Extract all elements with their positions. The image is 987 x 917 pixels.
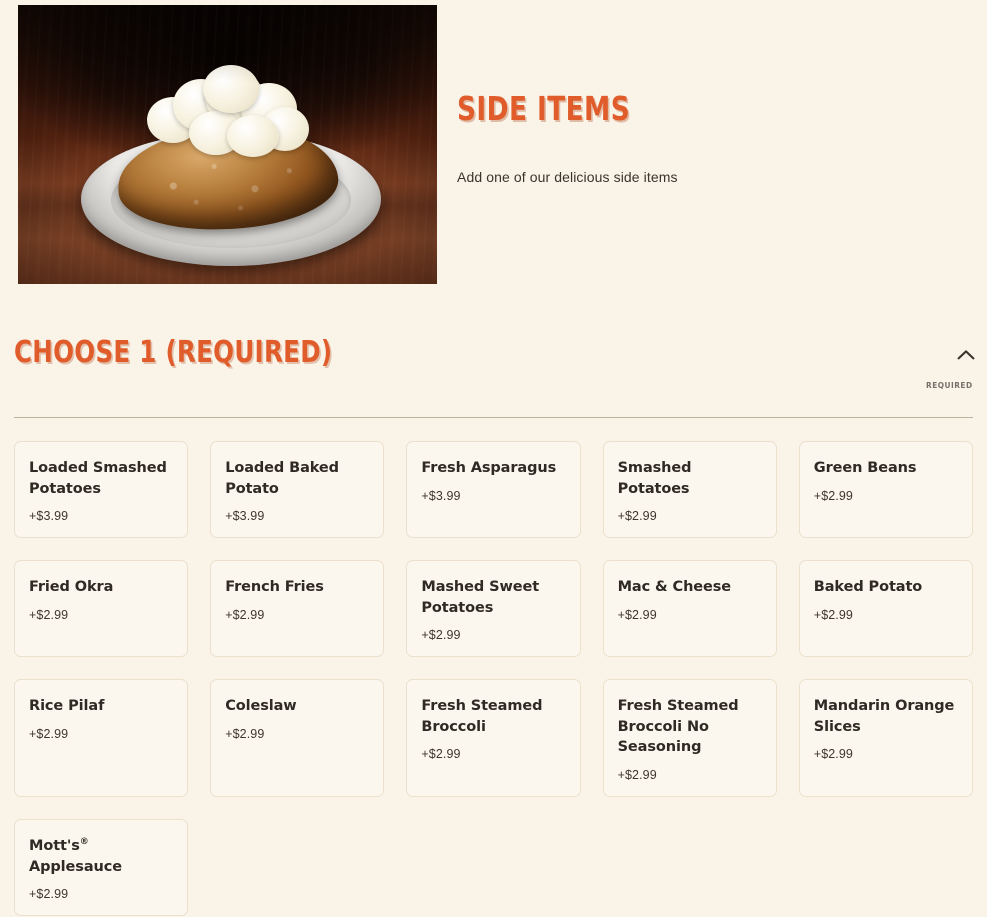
side-item-price: +$2.99 xyxy=(617,607,657,622)
side-item-name: Green Beans xyxy=(813,460,917,476)
side-items-grid: Loaded Smashed Potatoes +$3.99 Loaded Ba… xyxy=(14,441,973,917)
side-item-price: +$2.99 xyxy=(421,628,461,643)
side-item-price: +$2.99 xyxy=(617,768,657,783)
side-item-price: +$3.99 xyxy=(225,509,265,524)
image-vignette xyxy=(18,5,437,284)
side-item-card[interactable]: Rice Pilaf +$2.99 xyxy=(14,679,189,798)
side-item-price: +$2.99 xyxy=(29,887,69,902)
section-title: CHOOSE 1 (REQUIRED) xyxy=(14,335,333,370)
side-item-card[interactable]: Mott's® Applesauce +$2.99 xyxy=(14,819,189,917)
choose-section: CHOOSE 1 (REQUIRED) REQUIRED Loaded Smas… xyxy=(0,325,987,917)
side-item-name: Mandarin Orange Slices xyxy=(813,698,955,735)
side-item-price: +$2.99 xyxy=(421,747,461,762)
side-item-card[interactable]: Smashed Potatoes +$2.99 xyxy=(602,441,777,539)
hero-text-block: SIDE ITEMS Add one of our delicious side… xyxy=(457,92,957,185)
side-item-card[interactable]: Fresh Asparagus +$3.99 xyxy=(406,441,581,539)
hero-section: SIDE ITEMS Add one of our delicious side… xyxy=(0,0,987,300)
side-item-price: +$2.99 xyxy=(225,607,265,622)
side-item-price: +$2.99 xyxy=(617,509,657,524)
side-item-name: Coleslaw xyxy=(225,698,297,715)
side-items-page: SIDE ITEMS Add one of our delicious side… xyxy=(0,0,987,917)
side-item-name: Fried Okra xyxy=(29,579,114,596)
side-item-card[interactable]: Loaded Smashed Potatoes +$3.99 xyxy=(14,441,189,539)
side-item-card[interactable]: Loaded Baked Potato +$3.99 xyxy=(210,441,385,539)
brand-name: Mott's xyxy=(29,838,80,855)
side-item-card[interactable]: French Fries +$2.99 xyxy=(210,560,385,658)
hero-subtitle: Add one of our delicious side items xyxy=(457,169,678,185)
hero-food-image xyxy=(18,5,437,284)
side-item-price: +$2.99 xyxy=(813,488,853,503)
product-name: Applesauce xyxy=(29,858,122,875)
side-item-card[interactable]: Fresh Steamed Broccoli +$2.99 xyxy=(406,679,581,798)
page-title: SIDE ITEMS xyxy=(457,89,631,128)
side-item-price: +$2.99 xyxy=(29,726,69,741)
side-item-price: +$3.99 xyxy=(29,509,69,524)
chevron-up-icon xyxy=(957,349,975,361)
side-item-name: French Fries xyxy=(225,579,324,596)
side-item-price: +$2.99 xyxy=(813,747,853,762)
side-item-card[interactable]: Baked Potato +$2.99 xyxy=(798,560,973,658)
side-item-name: Fresh Steamed Broccoli No Seasoning xyxy=(617,698,739,756)
side-item-name: Mac & Cheese xyxy=(617,579,732,596)
side-item-price: +$2.99 xyxy=(225,726,265,741)
collapse-toggle-button[interactable] xyxy=(953,342,979,368)
side-item-card[interactable]: Fresh Steamed Broccoli No Seasoning +$2.… xyxy=(602,679,777,798)
side-item-name: Baked Potato xyxy=(813,579,923,596)
side-item-name: Loaded Smashed Potatoes xyxy=(29,460,167,497)
side-item-price: +$2.99 xyxy=(813,607,853,622)
section-header: CHOOSE 1 (REQUIRED) REQUIRED xyxy=(0,325,987,405)
side-item-name: Loaded Baked Potato xyxy=(225,460,339,497)
side-item-name: Rice Pilaf xyxy=(29,698,105,715)
side-item-name: Mashed Sweet Potatoes xyxy=(421,579,540,616)
side-item-card[interactable]: Mandarin Orange Slices +$2.99 xyxy=(798,679,973,798)
side-item-card[interactable]: Green Beans +$2.99 xyxy=(798,441,973,539)
side-item-price: +$2.99 xyxy=(29,607,69,622)
side-item-card[interactable]: Mashed Sweet Potatoes +$2.99 xyxy=(406,560,581,658)
side-item-name: Mott's® Applesauce xyxy=(29,836,173,877)
side-item-card[interactable]: Coleslaw +$2.99 xyxy=(210,679,385,798)
side-item-card[interactable]: Fried Okra +$2.99 xyxy=(14,560,189,658)
registered-trademark-icon: ® xyxy=(79,837,89,848)
side-item-name: Smashed Potatoes xyxy=(617,460,692,497)
side-item-price: +$3.99 xyxy=(421,488,461,503)
side-item-card[interactable]: Mac & Cheese +$2.99 xyxy=(602,560,777,658)
side-item-name: Fresh Asparagus xyxy=(421,460,557,476)
side-item-name: Fresh Steamed Broccoli xyxy=(421,698,543,735)
section-divider xyxy=(14,417,973,418)
required-badge: REQUIRED xyxy=(926,381,973,390)
